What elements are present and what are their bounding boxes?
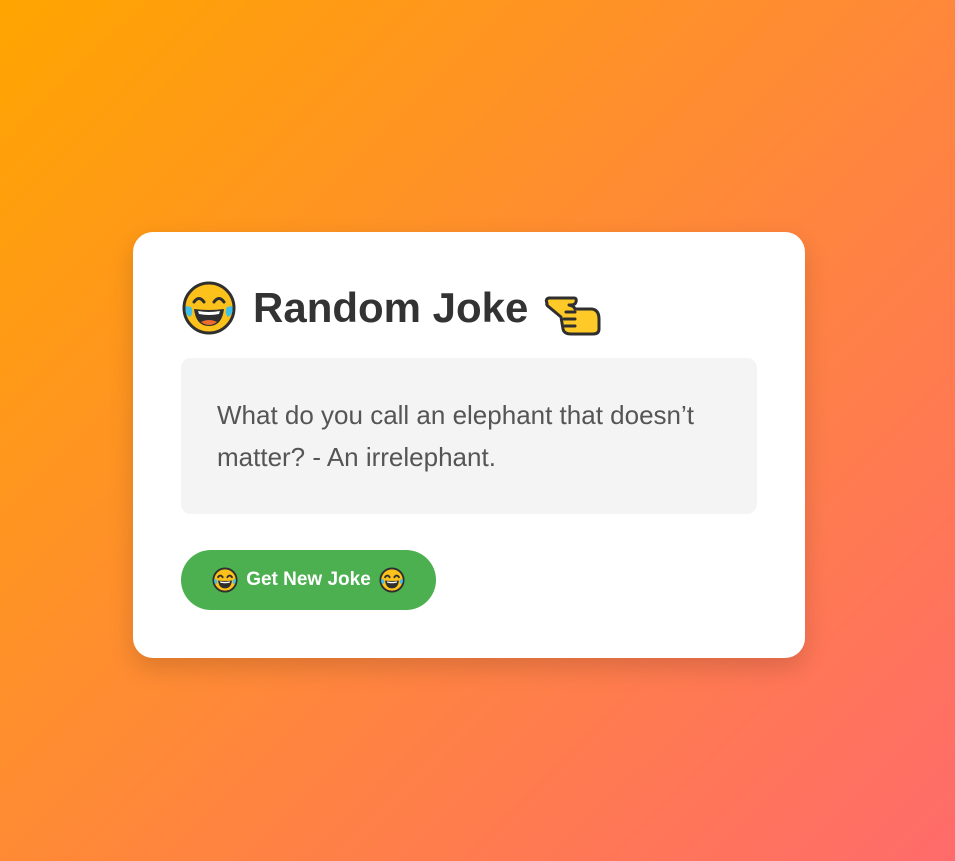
button-label: Get New Joke [246,569,371,590]
pointing-left-hand-emoji-icon [544,293,602,337]
laughing-tears-emoji-icon [212,567,238,593]
get-new-joke-button[interactable]: Get New Joke [181,550,436,610]
title-text: Random Joke [253,284,529,331]
joke-text: What do you call an elephant that doesn’… [217,400,694,472]
laughing-tears-emoji-icon [181,280,237,336]
page-title: Random Joke [181,280,757,336]
laughing-tears-emoji-icon [379,567,405,593]
joke-card: Random Joke What do you call an elephant… [133,232,805,658]
joke-text-box: What do you call an elephant that doesn’… [181,358,757,514]
